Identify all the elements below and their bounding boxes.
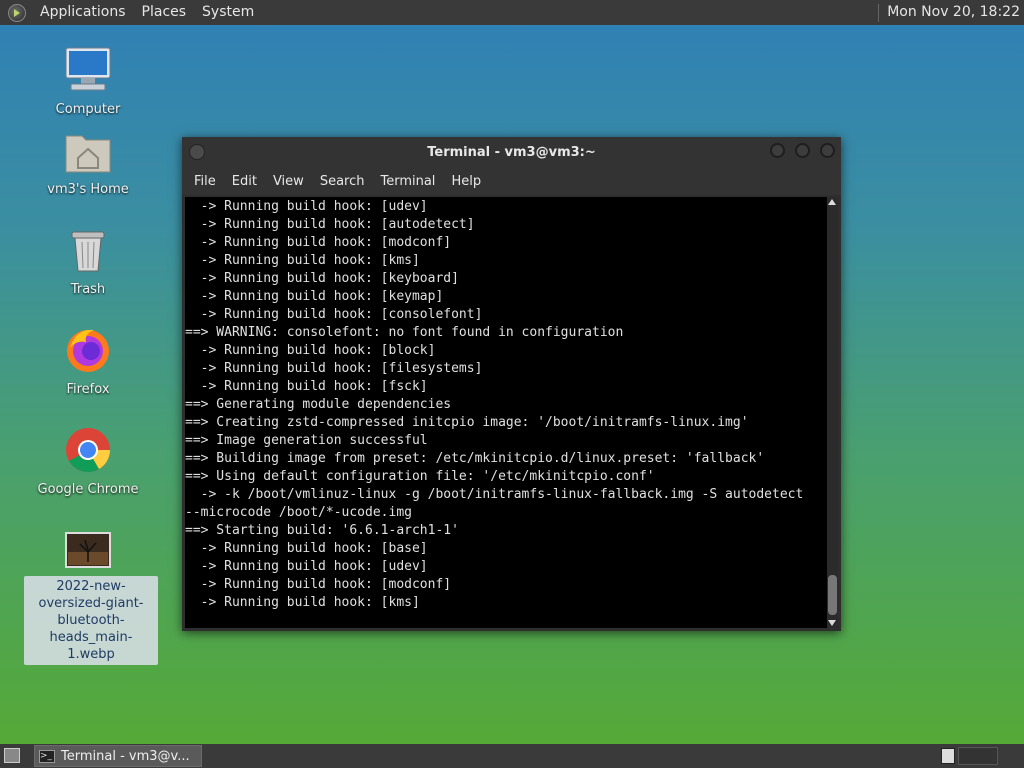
scroll-down-arrow-icon[interactable] [828, 620, 836, 626]
menu-applications[interactable]: Applications [32, 0, 134, 25]
window-controls [770, 143, 835, 158]
terminal-line: ==> Creating zstd-compressed initcpio im… [185, 415, 749, 430]
terminal-line: -> Running build hook: [keyboard] [185, 271, 459, 286]
terminal-menubar: File Edit View Search Terminal Help [182, 167, 841, 195]
distro-logo-icon[interactable] [8, 3, 26, 22]
terminal-output[interactable]: -> Running build hook: [udev] -> Running… [185, 197, 827, 628]
terminal-line: -> Running build hook: [block] [185, 343, 436, 358]
terminal-line: -> Running build hook: [modconf] [185, 235, 452, 250]
menu-edit[interactable]: Edit [224, 174, 265, 189]
menu-file[interactable]: File [186, 174, 224, 189]
taskbar-item-label: Terminal - vm3@v... [61, 748, 190, 764]
desktop-icon-label: Computer [55, 102, 121, 117]
desktop-icon-chrome[interactable]: Google Chrome [28, 426, 148, 497]
scroll-up-arrow-icon[interactable] [828, 199, 836, 205]
desktop-icon-label: Firefox [66, 382, 110, 397]
terminal-line: ==> Building image from preset: /etc/mki… [185, 451, 765, 466]
terminal-line: -> Running build hook: [consolefont] [185, 307, 483, 322]
menu-places[interactable]: Places [134, 0, 195, 25]
home-folder-icon [65, 135, 111, 173]
terminal-line: -> Running build hook: [autodetect] [185, 217, 475, 232]
terminal-line: -> Running build hook: [kms] [185, 595, 420, 610]
desktop-icon-label: vm3's Home [47, 182, 129, 197]
panel-separator [878, 3, 880, 22]
terminal-icon: >_ [39, 749, 55, 763]
desktop-icon-image-file[interactable]: 2022-new-oversized-giant-bluetooth-heads… [24, 532, 158, 665]
close-icon[interactable] [820, 143, 835, 158]
window-title: Terminal - vm3@vm3:~ [427, 144, 596, 160]
desktop-icon-label: 2022-new-oversized-giant-bluetooth-heads… [24, 576, 158, 665]
desktop-icon-home[interactable]: vm3's Home [28, 130, 148, 197]
clock-text: Mon Nov 20, 18:22 [887, 4, 1020, 20]
show-desktop-icon[interactable] [4, 748, 20, 763]
desktop-icon-computer[interactable]: Computer [28, 46, 148, 117]
terminal-scrollbar[interactable] [827, 197, 838, 628]
terminal-line: -> Running build hook: [base] [185, 541, 428, 556]
desktop-icon-label: Google Chrome [37, 482, 139, 497]
desktop-icon-trash[interactable]: Trash [28, 228, 148, 297]
terminal-line: ==> WARNING: consolefont: no font found … [185, 325, 624, 340]
menu-search[interactable]: Search [312, 174, 373, 189]
top-panel: Applications Places System Mon Nov 20, 1… [0, 0, 1024, 25]
terminal-line: -> Running build hook: [filesystems] [185, 361, 483, 376]
desktop-icon-firefox[interactable]: Firefox [28, 326, 148, 397]
trash-icon [71, 231, 105, 272]
minimize-icon[interactable] [770, 143, 785, 158]
clock[interactable]: Mon Nov 20, 18:22 [878, 0, 1020, 25]
taskbar-item-terminal[interactable]: >_ Terminal - vm3@v... [34, 745, 202, 767]
terminal-line: -> Running build hook: [fsck] [185, 379, 428, 394]
terminal-line: -> Running build hook: [udev] [185, 199, 428, 214]
terminal-line: ==> Using default configuration file: '/… [185, 469, 655, 484]
firefox-icon [67, 329, 109, 372]
terminal-line: -> Running build hook: [modconf] [185, 577, 452, 592]
menu-terminal[interactable]: Terminal [372, 174, 443, 189]
terminal-line: -> Running build hook: [keymap] [185, 289, 444, 304]
workspace-1[interactable] [941, 748, 955, 764]
terminal-line: ==> Image generation successful [185, 433, 428, 448]
terminal-line: ==> Generating module dependencies [185, 397, 452, 412]
bottom-panel: >_ Terminal - vm3@v... [0, 744, 1024, 768]
workspace-2[interactable] [958, 747, 998, 765]
maximize-icon[interactable] [795, 143, 810, 158]
terminal-window[interactable]: Terminal - vm3@vm3:~ File Edit View Sear… [182, 137, 841, 631]
menu-help[interactable]: Help [443, 174, 489, 189]
window-menu-icon[interactable] [189, 144, 205, 160]
terminal-line: -> Running build hook: [udev] [185, 559, 428, 574]
menu-view[interactable]: View [265, 174, 312, 189]
terminal-text: -> Running build hook: [udev] -> Running… [185, 198, 827, 612]
terminal-line: -> -k /boot/vmlinuz-linux -g /boot/initr… [185, 487, 804, 502]
scrollbar-thumb[interactable] [828, 575, 837, 615]
chrome-icon [66, 428, 110, 472]
title-bar[interactable]: Terminal - vm3@vm3:~ [182, 137, 841, 167]
menu-system[interactable]: System [194, 0, 262, 25]
terminal-line: --microcode /boot/*-ucode.img [185, 505, 412, 520]
desktop-icon-label: Trash [70, 282, 106, 297]
image-file-icon [65, 532, 111, 568]
computer-icon [65, 47, 111, 91]
terminal-line: -> Running build hook: [kms] [185, 253, 420, 268]
terminal-line: ==> Starting build: '6.6.1-arch1-1' [185, 523, 459, 538]
